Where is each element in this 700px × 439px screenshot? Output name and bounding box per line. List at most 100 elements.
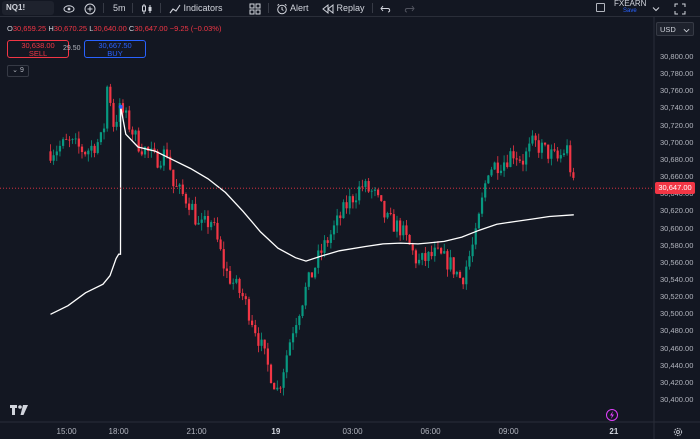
price-tick-label: 30,660.00 (660, 172, 694, 182)
candle-body (58, 145, 62, 152)
sell-button[interactable]: 30,638.00 SELL (7, 40, 69, 58)
time-tick-label: 06:00 (420, 427, 441, 436)
candle-body (65, 139, 68, 140)
candle-body (131, 129, 134, 135)
candle-body (405, 225, 408, 235)
candle-body (462, 277, 465, 285)
candle-body (191, 203, 194, 210)
candle-body (348, 196, 351, 209)
candle-body (84, 152, 87, 155)
candle-body (572, 172, 575, 178)
candle-body (395, 220, 399, 232)
candle-body (468, 256, 471, 267)
candle-body (74, 138, 77, 140)
candle-body (295, 325, 298, 334)
candle-body (345, 202, 348, 209)
candle-body (518, 159, 521, 161)
candle-body (361, 186, 364, 188)
candle-body (99, 132, 102, 143)
candle-body (115, 121, 118, 127)
candle-body (547, 144, 550, 159)
price-tick-label: 30,700.00 (660, 137, 694, 147)
price-tick-label: 30,680.00 (660, 154, 694, 164)
candle-body (458, 271, 462, 278)
candle-body (392, 214, 395, 232)
candle-body (206, 216, 210, 228)
high-value: 30,670.25 (53, 24, 88, 33)
candle-body (477, 213, 480, 229)
candle-body (156, 151, 159, 168)
candle-body (490, 169, 493, 176)
currency-label: USD (660, 25, 676, 34)
buy-button[interactable]: 30,667.50 BUY (84, 40, 146, 58)
candle-body (471, 244, 474, 257)
candle-body (203, 216, 206, 220)
candle-body (285, 355, 288, 373)
tradingview-logo-icon (10, 405, 28, 415)
candle-body (509, 151, 512, 167)
candle-body (537, 140, 540, 153)
candle-body (257, 333, 260, 346)
candle-body (232, 282, 235, 284)
price-tick-label: 30,500.00 (660, 309, 694, 319)
price-tick-label: 30,760.00 (660, 86, 694, 96)
price-chart[interactable] (0, 0, 700, 439)
candle-body (499, 170, 503, 174)
candle-body (446, 251, 449, 270)
candle-body (200, 219, 203, 223)
price-tick-label: 30,720.00 (660, 120, 694, 130)
candle-body (263, 339, 266, 349)
candle-body (417, 259, 421, 264)
candle-body (68, 139, 71, 141)
candle-body (436, 247, 440, 249)
candle-body (172, 169, 175, 187)
candle-body (244, 296, 247, 300)
candle-body (455, 271, 458, 275)
candle-body (134, 130, 137, 135)
candle-body (266, 348, 269, 365)
lightning-bolt-icon[interactable] (606, 409, 618, 421)
candle-body (102, 128, 106, 133)
spread-value: 29.50 (63, 45, 81, 52)
time-tick-label: 19 (271, 427, 281, 436)
candle-body (159, 165, 162, 168)
candle-body (427, 251, 430, 261)
candle-body (550, 149, 553, 159)
gear-icon[interactable] (673, 427, 683, 437)
candle-body (273, 383, 276, 390)
close-value: 30,647.00 (134, 24, 168, 33)
currency-select[interactable]: USD (656, 22, 694, 36)
candle-body (251, 320, 254, 326)
candle-body (480, 197, 484, 214)
candle-body (342, 202, 345, 219)
candle-body (241, 292, 244, 297)
candle-body (424, 253, 427, 261)
indicators-collapse-button[interactable]: ⌄ 9 (7, 65, 29, 77)
candle-body (326, 240, 329, 243)
candle-body (80, 146, 84, 153)
candle-body (465, 266, 468, 285)
current-price-label: 30,647.00 (655, 182, 695, 195)
candle-body (140, 151, 143, 155)
buy-label: BUY (107, 49, 123, 58)
candle-body (402, 225, 405, 236)
candle-body (339, 215, 342, 219)
candle-body (225, 268, 228, 271)
candle-body (247, 299, 251, 321)
candle-body (291, 333, 295, 343)
candle-body (430, 251, 433, 257)
candle-body (503, 162, 506, 171)
vwap-anchor-point (118, 104, 123, 109)
candle-body (55, 151, 58, 156)
candle-body (421, 253, 424, 260)
candle-body (329, 234, 332, 243)
candle-body (210, 222, 213, 228)
candle-body (373, 189, 377, 191)
time-tick-label: 18:00 (108, 427, 129, 436)
time-tick-label: 21 (609, 427, 619, 436)
candle-body (254, 325, 257, 334)
ohlc-legend: O30,659.25 H30,670.25 L30,640.00 C30,647… (7, 24, 221, 33)
price-tick-label: 30,460.00 (660, 343, 694, 353)
price-tick-label: 30,400.00 (660, 395, 694, 404)
price-tick-label: 30,600.00 (660, 223, 694, 233)
